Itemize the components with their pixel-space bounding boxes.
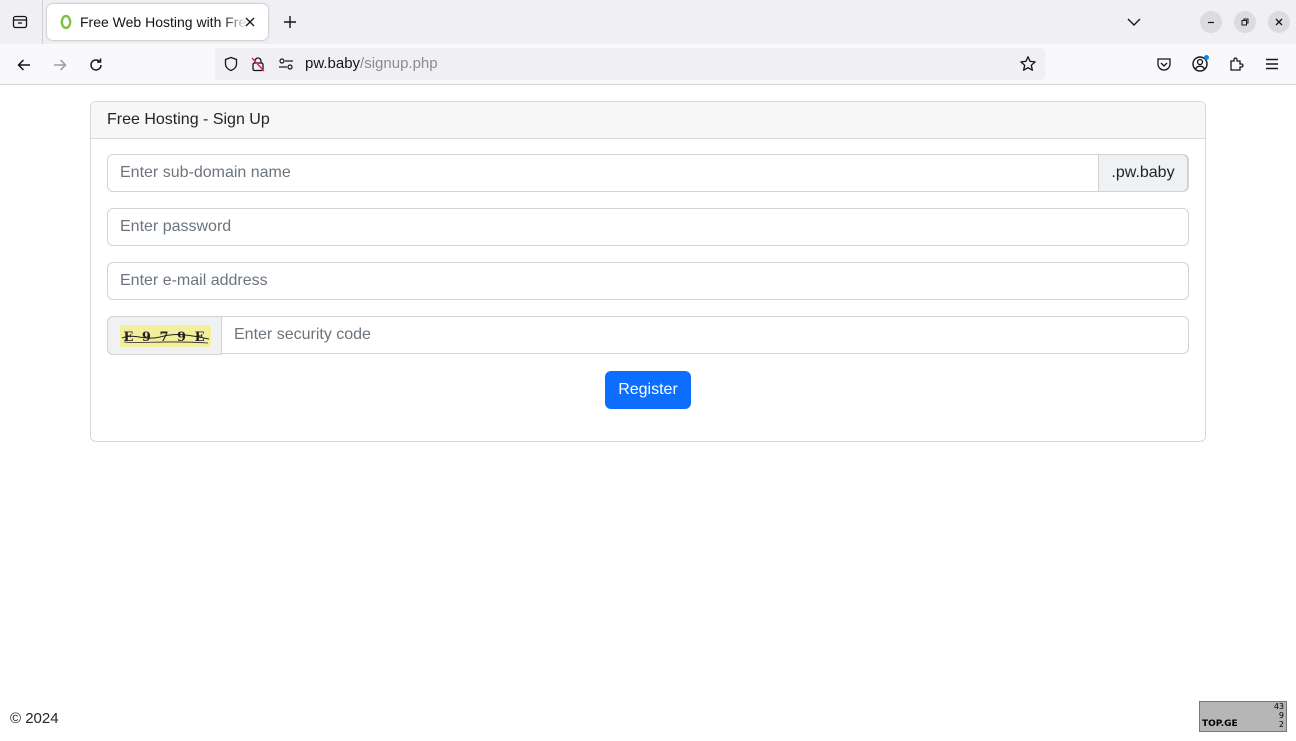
account-icon[interactable] (1190, 54, 1210, 74)
permissions-icon[interactable] (278, 56, 294, 72)
back-arrow-icon[interactable] (11, 52, 37, 78)
password-input[interactable] (108, 209, 1188, 245)
captcha-image: E 9 7 9 E (120, 325, 211, 347)
url-text[interactable]: pw.baby/signup.php (305, 55, 438, 72)
signup-card: Free Hosting - Sign Up .pw.baby E 9 7 9 … (90, 101, 1206, 442)
counter-values: 43 9 2 (1270, 702, 1284, 729)
security-code-field: E 9 7 9 E (107, 316, 1189, 355)
pocket-icon[interactable] (1154, 54, 1174, 74)
site-favicon-icon (60, 14, 72, 30)
list-all-tabs-icon[interactable] (1122, 10, 1146, 34)
forward-arrow-icon[interactable] (47, 52, 73, 78)
tab-close-icon[interactable] (240, 12, 260, 32)
menu-hamburger-icon[interactable] (1262, 54, 1282, 74)
tab-bar: Free Web Hosting with Free Subdomain (0, 0, 1296, 44)
email-field (107, 262, 1189, 300)
email-input[interactable] (108, 263, 1188, 299)
tab-title: Free Web Hosting with Free Subdomain (80, 14, 248, 30)
security-code-input[interactable] (222, 317, 1188, 353)
reload-icon[interactable] (83, 52, 109, 78)
register-button[interactable]: Register (605, 371, 691, 409)
active-tab[interactable]: Free Web Hosting with Free Subdomain (47, 4, 268, 40)
tab-separator (42, 0, 43, 44)
close-window-icon[interactable] (1268, 11, 1290, 33)
card-header: Free Hosting - Sign Up (91, 102, 1205, 139)
url-host: pw.baby (305, 55, 361, 72)
tracking-shield-icon[interactable] (223, 56, 239, 72)
tab-list-icon[interactable] (6, 8, 34, 36)
navigation-toolbar: pw.baby/signup.php (0, 44, 1296, 85)
subdomain-input[interactable] (108, 155, 1098, 191)
url-path: /signup.php (360, 55, 438, 72)
captcha-addon: E 9 7 9 E (107, 316, 222, 355)
password-field (107, 208, 1189, 246)
extensions-puzzle-icon[interactable] (1226, 54, 1246, 74)
subdomain-field: .pw.baby (107, 154, 1189, 192)
bookmark-star-icon[interactable] (1019, 55, 1037, 73)
domain-suffix: .pw.baby (1098, 154, 1188, 192)
copyright: © 2024 (10, 710, 59, 727)
topge-counter-badge[interactable]: 43 9 2 TOP.GE (1199, 701, 1287, 732)
counter-label: TOP.GE (1202, 719, 1238, 729)
minimize-icon[interactable] (1200, 11, 1222, 33)
counter-value: 43 (1273, 702, 1284, 711)
restore-icon[interactable] (1234, 11, 1256, 33)
insecure-lock-icon[interactable] (250, 56, 266, 72)
new-tab-icon[interactable] (278, 10, 302, 34)
counter-value: 9 (1278, 711, 1284, 720)
address-bar[interactable]: pw.baby/signup.php (215, 48, 1045, 80)
counter-value: 2 (1278, 720, 1284, 729)
